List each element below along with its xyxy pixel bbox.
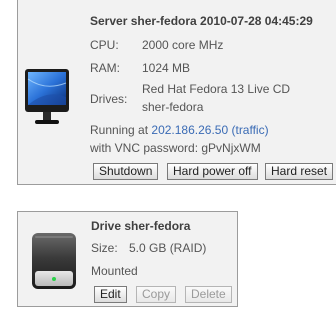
running-line: Running at 202.186.26.50 (traffic) [90,123,269,137]
ram-label: RAM: [90,61,120,75]
drives-label: Drives: [90,92,128,106]
ip-link[interactable]: 202.186.26.50 [151,123,228,137]
hard-drive-icon [32,233,76,289]
drive-status: Mounted [91,264,138,278]
drive-title: Drive sher-fedora [91,219,191,233]
cpu-label: CPU: [90,38,119,52]
copy-button: Copy [136,286,177,303]
drives-line-2: sher-fedora [142,100,204,114]
size-label: Size: [91,241,118,255]
running-prefix: Running at [90,123,152,137]
shutdown-button[interactable]: Shutdown [93,163,159,180]
drives-line-1: Red Hat Fedora 13 Live CD [142,82,291,96]
hard-power-off-button[interactable]: Hard power off [167,163,258,180]
delete-button: Delete [185,286,232,303]
monitor-icon [25,69,69,124]
traffic-link[interactable]: (traffic) [231,123,268,137]
vnc-password-text: with VNC password: gPvNjxWM [90,141,261,155]
cpu-value: 2000 core MHz [142,38,224,52]
hard-reset-button[interactable]: Hard reset [265,163,334,180]
server-title: Server sher-fedora 2010-07-28 04:45:29 [90,14,313,28]
ram-value: 1024 MB [142,61,191,75]
size-value: 5.0 GB (RAID) [129,241,207,255]
edit-button[interactable]: Edit [94,286,127,303]
